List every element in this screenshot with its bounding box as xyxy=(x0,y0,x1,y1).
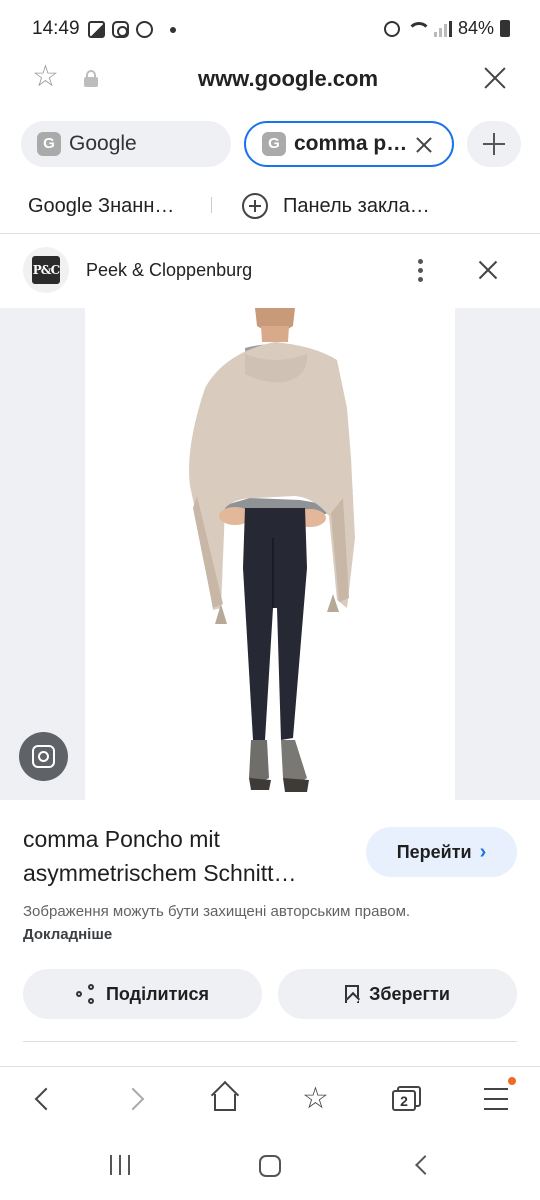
bookmarks-button[interactable]: ☆ xyxy=(296,1080,336,1120)
chevron-left-icon xyxy=(34,1087,58,1111)
new-tab-button[interactable] xyxy=(467,121,521,167)
tab-label: Google xyxy=(69,132,137,155)
source-logo-text: P&C xyxy=(32,256,60,284)
system-status-icons: 84% xyxy=(383,18,510,39)
home-button[interactable] xyxy=(205,1080,245,1120)
instagram-icon xyxy=(112,21,129,38)
battery-icon xyxy=(500,20,510,37)
forward-button[interactable] xyxy=(117,1080,157,1120)
bookmark-panel[interactable]: Панель закла… xyxy=(283,195,430,218)
divider xyxy=(0,233,540,234)
back-button[interactable] xyxy=(24,1080,64,1120)
add-bookmark-icon[interactable] xyxy=(242,193,268,219)
save-button-label: Зберегти xyxy=(369,983,450,1004)
close-icon[interactable] xyxy=(481,64,509,92)
google-favicon-icon: G xyxy=(37,132,61,156)
system-back-button[interactable] xyxy=(415,1155,435,1175)
product-photo-illustration xyxy=(189,308,355,792)
share-button-label: Поділитися xyxy=(105,983,210,1004)
chevron-right-icon xyxy=(121,1087,145,1111)
status-time: 14:49 xyxy=(32,18,80,39)
source-name[interactable]: Peek & Cloppenburg xyxy=(86,260,252,281)
google-favicon-icon: G xyxy=(262,132,286,156)
signal-icon xyxy=(433,20,452,37)
recent-apps-button[interactable] xyxy=(108,1155,132,1175)
more-notifications-dot-icon xyxy=(170,26,176,33)
system-home-button[interactable] xyxy=(259,1155,281,1177)
share-icon xyxy=(75,984,96,1004)
copyright-text: Зображення можуть бути захищені авторськ… xyxy=(23,903,411,920)
copyright-notice: Зображення можуть бути захищені авторськ… xyxy=(23,900,503,946)
bookmark-divider xyxy=(211,197,212,213)
viber-icon xyxy=(136,21,153,38)
star-icon: ☆ xyxy=(302,1082,329,1115)
tab-active[interactable]: G comma p… xyxy=(244,121,454,167)
visit-button[interactable]: Перейти › xyxy=(366,827,517,877)
divider xyxy=(0,1066,540,1067)
source-logo[interactable]: P&C xyxy=(23,247,69,293)
bookmark-icon xyxy=(345,985,360,1003)
learn-more-link[interactable]: Докладніше xyxy=(23,926,112,943)
bookmark-google-knowledge[interactable]: Google Знанн… xyxy=(28,195,174,218)
divider xyxy=(23,1041,517,1042)
bookmarks-bar: Google Знанн… Панель закла… xyxy=(0,185,540,229)
tab-google[interactable]: G Google xyxy=(21,121,231,167)
result-title[interactable]: comma Poncho mit asymmetrischem Schnitt… xyxy=(23,822,353,890)
wifi-icon xyxy=(406,21,431,37)
notification-icons xyxy=(88,21,176,38)
tabs-button[interactable]: 2 xyxy=(384,1080,424,1120)
menu-button[interactable] xyxy=(476,1077,516,1120)
alarm-icon xyxy=(383,20,400,37)
lens-dot-icon xyxy=(38,751,49,762)
image-preview-area xyxy=(0,308,540,800)
tab-label: comma p… xyxy=(294,132,408,155)
gallery-icon xyxy=(88,21,105,38)
share-button[interactable]: Поділитися xyxy=(23,969,262,1019)
product-image[interactable] xyxy=(85,308,455,800)
chevron-right-icon: › xyxy=(479,840,487,863)
more-options-icon[interactable] xyxy=(410,256,430,286)
close-tab-icon[interactable] xyxy=(414,135,434,155)
url-text[interactable]: www.google.com xyxy=(0,66,540,92)
url-bar: ☆ www.google.com xyxy=(0,54,540,104)
tab-count: 2 xyxy=(392,1090,416,1111)
battery-percent: 84% xyxy=(457,18,494,38)
close-preview-icon[interactable] xyxy=(476,258,500,282)
notification-badge xyxy=(508,1077,516,1085)
status-bar: 14:49 84% xyxy=(0,0,540,60)
visit-button-label: Перейти xyxy=(396,841,472,862)
save-button[interactable]: Зберегти xyxy=(278,969,517,1019)
google-lens-button[interactable] xyxy=(19,732,68,781)
